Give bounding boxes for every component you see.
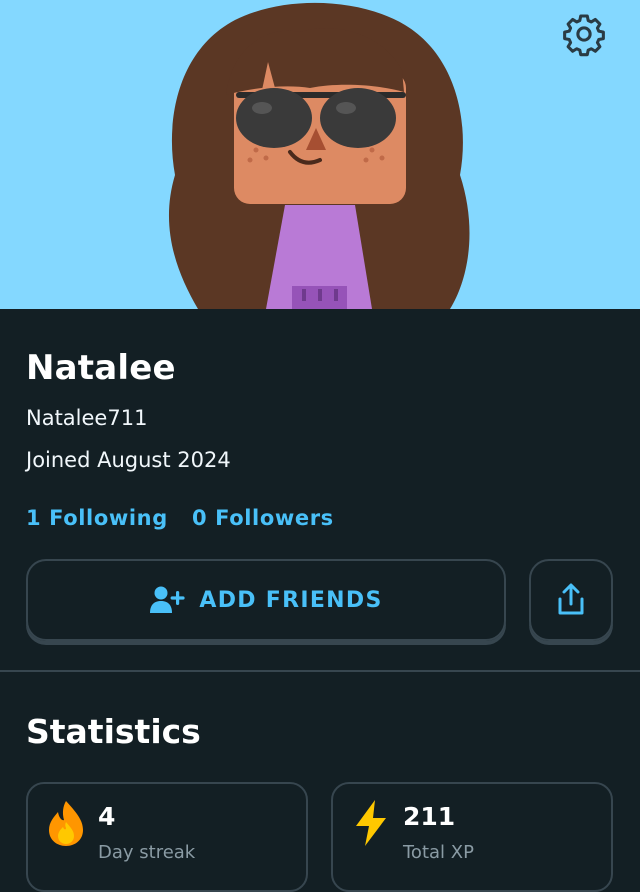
gear-icon [563, 14, 605, 57]
add-user-icon [150, 586, 185, 613]
stat-card-xp: 211 Total XP [331, 782, 613, 892]
lightning-icon [356, 800, 386, 846]
profile-username: Natalee711 [26, 406, 148, 430]
followers-link[interactable]: 0 Followers [192, 506, 334, 530]
flame-icon [49, 801, 83, 846]
add-friends-button[interactable]: ADD FRIENDS [26, 559, 506, 641]
share-button[interactable] [529, 559, 613, 641]
section-divider [0, 670, 640, 672]
xp-value: 211 [403, 802, 456, 831]
settings-button[interactable] [558, 10, 610, 58]
avatar [169, 2, 470, 309]
add-friends-label: ADD FRIENDS [199, 587, 383, 613]
avatar-banner [0, 0, 640, 309]
profile-name: Natalee [26, 348, 176, 388]
streak-value: 4 [98, 802, 116, 831]
stat-card-streak: 4 Day streak [26, 782, 308, 892]
following-link[interactable]: 1 Following [26, 506, 168, 530]
statistics-title: Statistics [26, 712, 201, 751]
share-icon [558, 583, 584, 615]
joined-date: Joined August 2024 [26, 448, 231, 472]
